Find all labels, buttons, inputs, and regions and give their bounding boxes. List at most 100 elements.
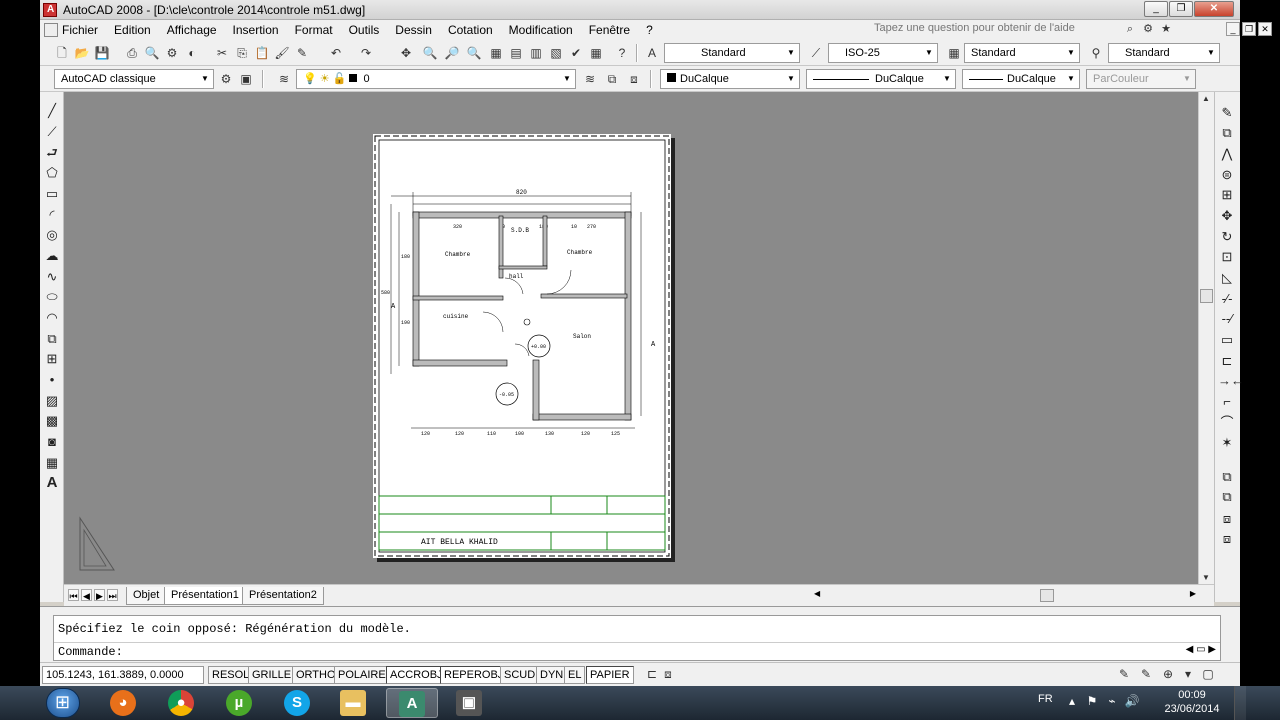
- ellipse-icon[interactable]: ⬭: [43, 288, 61, 306]
- drawing-area[interactable]: AIT BELLA KHALID 820 320 10 180 10 270 5…: [64, 92, 1198, 584]
- scroll-thumb[interactable]: [1200, 289, 1213, 303]
- taskbar-chrome[interactable]: ●: [156, 688, 208, 718]
- sheet-set-icon[interactable]: ▧: [548, 45, 564, 61]
- make-layer-current-icon[interactable]: ≋: [582, 71, 598, 87]
- zoom-window-icon[interactable]: 🔎: [444, 45, 460, 61]
- layer-manager-icon[interactable]: ≋: [276, 71, 292, 87]
- polygon-icon[interactable]: ⬠: [43, 164, 61, 182]
- insert-block-icon[interactable]: ⧉: [43, 330, 61, 348]
- menu-insertion[interactable]: Insertion: [225, 23, 287, 37]
- osnap-toggle[interactable]: ACCROBJ: [386, 666, 447, 684]
- pan-icon[interactable]: ✥: [398, 45, 414, 61]
- cut-icon[interactable]: ✂: [214, 45, 230, 61]
- table-style-icon[interactable]: ▦: [946, 45, 962, 61]
- text-style-icon[interactable]: A: [644, 45, 660, 61]
- action-center-flag-icon[interactable]: ⚑: [1084, 694, 1100, 710]
- break-icon[interactable]: ⊏: [1218, 352, 1236, 370]
- table-icon[interactable]: ▦: [43, 454, 61, 472]
- markup-icon[interactable]: ✔: [568, 45, 584, 61]
- favorites-star-icon[interactable]: ★: [1158, 21, 1174, 37]
- hatch-icon[interactable]: ▨: [43, 392, 61, 410]
- taskbar-firefox[interactable]: ◕: [98, 688, 150, 718]
- show-desktop-button[interactable]: [1234, 686, 1246, 720]
- menu-fenetre[interactable]: Fenêtre: [581, 23, 638, 37]
- taskbar-explorer[interactable]: ▬: [328, 688, 380, 718]
- language-indicator[interactable]: FR: [1038, 693, 1053, 705]
- block-editor-icon[interactable]: ✎: [294, 45, 310, 61]
- erase-icon[interactable]: ✎: [1218, 104, 1236, 122]
- stretch-icon[interactable]: ◺: [1218, 269, 1236, 287]
- plot-preview-icon[interactable]: 🔍: [144, 45, 160, 61]
- rectangle-icon[interactable]: ▭: [43, 185, 61, 203]
- revision-cloud-icon[interactable]: ☁: [43, 247, 61, 265]
- workspace-settings-icon[interactable]: ⚙: [218, 71, 234, 87]
- design-center-icon[interactable]: ▤: [508, 45, 524, 61]
- trim-icon[interactable]: -⁄-: [1218, 290, 1236, 308]
- fillet-icon[interactable]: ⌒: [1218, 414, 1236, 432]
- break-at-point-icon[interactable]: ▭: [1218, 331, 1236, 349]
- coordinates-readout[interactable]: 105.1243, 161.3889, 0.0000: [42, 666, 204, 684]
- first-tab-icon[interactable]: ⏮: [68, 589, 79, 601]
- menu-cotation[interactable]: Cotation: [440, 23, 501, 37]
- menu-format[interactable]: Format: [287, 23, 341, 37]
- properties-icon[interactable]: ▦: [488, 45, 504, 61]
- ortho-toggle[interactable]: ORTHO: [292, 666, 340, 684]
- multileader-style-dropdown[interactable]: Standard ▼: [1108, 43, 1220, 63]
- vertical-scrollbar[interactable]: ▲ ▼: [1198, 92, 1214, 584]
- my-workspace-icon[interactable]: ▣: [238, 71, 254, 87]
- paper-toggle[interactable]: PAPIER: [586, 666, 634, 684]
- offset-icon[interactable]: ⊜: [1218, 166, 1236, 184]
- taskbar-skype[interactable]: S: [272, 688, 324, 718]
- clock[interactable]: 00:09 23/06/2014: [1160, 688, 1224, 716]
- layer-state-icon[interactable]: ⧈: [626, 71, 642, 87]
- menu-help[interactable]: ?: [638, 23, 661, 37]
- tab-layout1[interactable]: Présentation1: [164, 587, 246, 605]
- search-icon[interactable]: ⌕: [1122, 21, 1138, 37]
- tab-model[interactable]: Objet: [126, 587, 167, 605]
- tray-expand-icon[interactable]: ▴: [1064, 694, 1080, 710]
- lineweight-dropdown[interactable]: DuCalque ▼: [962, 69, 1080, 89]
- match-properties-icon[interactable]: 🖌: [274, 45, 290, 61]
- layer-previous-icon[interactable]: ⧉: [604, 71, 620, 87]
- region-icon[interactable]: ◙: [43, 433, 61, 451]
- scale-icon[interactable]: ⊡: [1218, 248, 1236, 266]
- dim-style-dropdown[interactable]: ISO-25 ▼: [828, 43, 938, 63]
- construction-line-icon[interactable]: ⟋: [43, 123, 61, 141]
- lwt-toggle[interactable]: EL: [564, 666, 586, 684]
- arc-icon[interactable]: ◜: [43, 206, 61, 224]
- new-file-icon[interactable]: 🗋: [54, 45, 70, 61]
- paste-icon[interactable]: 📋: [254, 45, 270, 61]
- command-scroll-icon[interactable]: ◀ ▭ ▶: [1186, 644, 1216, 655]
- gradient-icon[interactable]: ▩: [43, 412, 61, 430]
- spline-icon[interactable]: ∿: [43, 268, 61, 286]
- zoom-previous-icon[interactable]: 🔍: [466, 45, 482, 61]
- network-icon[interactable]: ⌁: [1104, 694, 1120, 710]
- annotation-visibility-icon[interactable]: ✎: [1138, 666, 1154, 682]
- tab-layout2[interactable]: Présentation2: [242, 587, 324, 605]
- publish-icon[interactable]: ⚙: [164, 45, 180, 61]
- tool-palettes-icon[interactable]: ▥: [528, 45, 544, 61]
- multiline-text-icon[interactable]: A: [43, 474, 61, 492]
- taskbar-tool[interactable]: ▣: [444, 688, 496, 718]
- autocad-app-icon[interactable]: [43, 2, 57, 17]
- clean-screen-icon[interactable]: ▢: [1200, 666, 1216, 682]
- start-button[interactable]: [46, 688, 80, 718]
- communication-center-icon[interactable]: ⚙: [1140, 21, 1156, 37]
- taskbar-autocad[interactable]: A: [386, 688, 438, 718]
- ellipse-arc-icon[interactable]: ◠: [43, 309, 61, 327]
- point-icon[interactable]: •: [43, 371, 61, 389]
- plot-icon[interactable]: ⎙: [124, 45, 140, 61]
- menu-dessin[interactable]: Dessin: [387, 23, 440, 37]
- copy-object-icon[interactable]: ⧉: [1218, 124, 1236, 142]
- table-style-dropdown[interactable]: Standard ▼: [964, 43, 1080, 63]
- multileader-style-icon[interactable]: ⚲: [1088, 45, 1104, 61]
- dim-style-icon[interactable]: ⟋: [808, 45, 824, 61]
- circle-icon[interactable]: ◎: [43, 226, 61, 244]
- color-dropdown[interactable]: DuCalque ▼: [660, 69, 800, 89]
- next-tab-icon[interactable]: ▶: [94, 589, 105, 601]
- explode-icon[interactable]: ✶: [1218, 434, 1236, 452]
- join-icon[interactable]: →←: [1218, 372, 1244, 390]
- prev-tab-icon[interactable]: ◀: [81, 589, 92, 601]
- taskbar-utorrent[interactable]: µ: [214, 688, 266, 718]
- menu-affichage[interactable]: Affichage: [159, 23, 225, 37]
